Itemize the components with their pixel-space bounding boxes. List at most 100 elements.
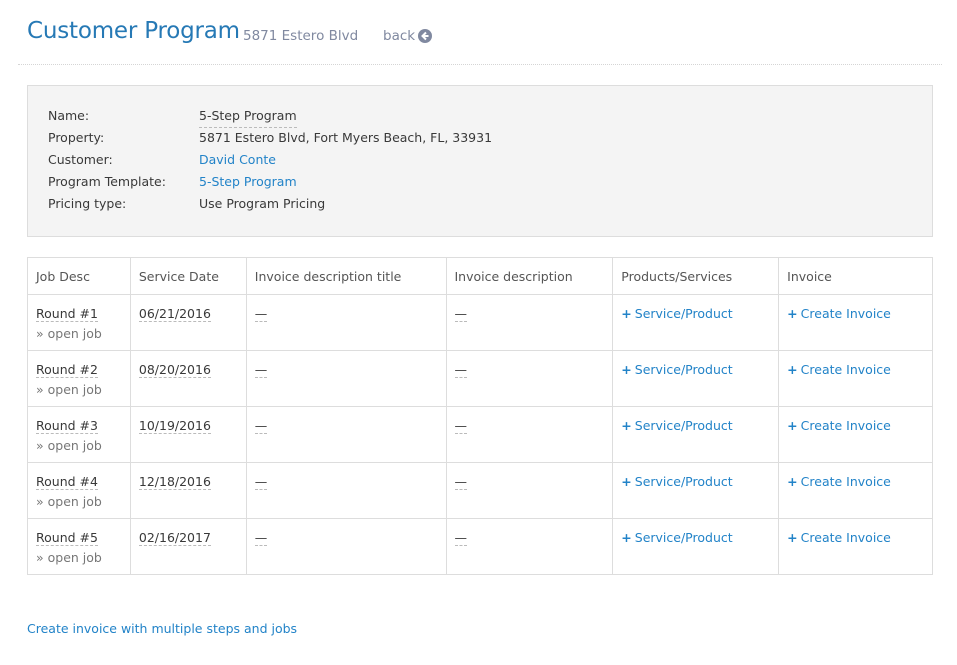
job-name[interactable]: Round #4 xyxy=(36,474,98,490)
job-desc-cell: Round #2 » open job xyxy=(27,350,131,407)
invoice-desc-title-value[interactable]: — xyxy=(254,363,267,378)
job-desc-cell: Round #5 » open job xyxy=(27,518,131,575)
job-desc-cell: Round #3 » open job xyxy=(27,406,131,463)
invoice-desc-title-value[interactable]: — xyxy=(254,307,267,322)
service-date-cell: 02/16/2017 xyxy=(129,518,247,575)
add-service-product-link[interactable]: + Service/Product xyxy=(621,418,732,433)
invoice-desc-value[interactable]: — xyxy=(454,419,467,434)
create-invoice-link[interactable]: + Create Invoice xyxy=(787,530,891,545)
table-header-row: Job Desc Service Date Invoice descriptio… xyxy=(27,257,933,295)
products-services-cell: + Service/Product xyxy=(612,350,780,407)
name-value[interactable]: 5-Step Program xyxy=(199,105,297,128)
service-date-cell: 08/20/2016 xyxy=(129,350,247,407)
invoice-desc-cell: — xyxy=(445,462,614,519)
invoice-desc-cell: — xyxy=(445,406,614,463)
invoice-desc-title-value[interactable]: — xyxy=(254,475,267,490)
job-name[interactable]: Round #1 xyxy=(36,306,98,322)
job-name[interactable]: Round #3 xyxy=(36,418,98,434)
pricing-label: Pricing type: xyxy=(48,196,127,211)
add-service-label: Service/Product xyxy=(634,530,733,545)
service-date[interactable]: 06/21/2016 xyxy=(138,306,211,322)
customer-label: Customer: xyxy=(48,152,113,167)
plus-icon: + xyxy=(621,474,632,489)
template-label: Program Template: xyxy=(48,174,166,189)
name-label: Name: xyxy=(48,108,90,123)
service-date[interactable]: 10/19/2016 xyxy=(138,418,211,434)
products-services-cell: + Service/Product xyxy=(612,406,780,463)
invoice-desc-cell: — xyxy=(445,350,614,407)
products-services-cell: + Service/Product xyxy=(612,462,780,519)
add-service-label: Service/Product xyxy=(634,362,733,377)
open-job-link[interactable]: » open job xyxy=(36,436,122,456)
plus-icon: + xyxy=(787,474,798,489)
create-invoice-link[interactable]: + Create Invoice xyxy=(787,306,891,321)
table-row: Round #4 » open job 12/18/2016 — — + Serv… xyxy=(27,462,933,519)
plus-icon: + xyxy=(621,530,632,545)
plus-icon: + xyxy=(787,530,798,545)
table-row: Round #5 » open job 02/16/2017 — — + Serv… xyxy=(27,518,933,575)
job-name[interactable]: Round #5 xyxy=(36,530,98,546)
create-invoice-label: Create Invoice xyxy=(800,474,891,489)
invoice-cell: + Create Invoice xyxy=(778,406,933,463)
service-date[interactable]: 08/20/2016 xyxy=(138,362,211,378)
job-name[interactable]: Round #2 xyxy=(36,362,98,378)
page-subtitle: 5871 Estero Blvd xyxy=(243,28,359,44)
service-date-cell: 10/19/2016 xyxy=(129,406,247,463)
plus-icon: + xyxy=(621,418,632,433)
job-desc-cell: Round #4 » open job xyxy=(27,462,131,519)
plus-icon: + xyxy=(621,306,632,321)
customer-link[interactable]: David Conte xyxy=(199,149,276,171)
create-invoice-label: Create Invoice xyxy=(800,530,891,545)
open-job-link[interactable]: » open job xyxy=(36,380,122,400)
invoice-desc-title-value[interactable]: — xyxy=(254,531,267,546)
invoice-desc-value[interactable]: — xyxy=(454,531,467,546)
invoice-desc-title-value[interactable]: — xyxy=(254,419,267,434)
invoice-desc-cell: — xyxy=(445,518,614,575)
template-link[interactable]: 5-Step Program xyxy=(199,171,297,193)
header-products-services: Products/Services xyxy=(612,257,780,295)
invoice-desc-value[interactable]: — xyxy=(454,475,467,490)
header-invoice-desc-title: Invoice description title xyxy=(245,257,447,295)
table-row: Round #3 » open job 10/19/2016 — — + Serv… xyxy=(27,406,933,463)
add-service-product-link[interactable]: + Service/Product xyxy=(621,530,732,545)
invoice-desc-title-cell: — xyxy=(245,518,447,575)
create-invoice-link[interactable]: + Create Invoice xyxy=(787,418,891,433)
service-date-cell: 12/18/2016 xyxy=(129,462,247,519)
invoice-cell: + Create Invoice xyxy=(778,294,933,351)
invoice-desc-cell: — xyxy=(445,294,614,351)
back-label: back xyxy=(383,28,416,44)
invoice-desc-value[interactable]: — xyxy=(454,307,467,322)
add-service-label: Service/Product xyxy=(634,306,733,321)
jobs-table: Job Desc Service Date Invoice descriptio… xyxy=(27,257,933,575)
plus-icon: + xyxy=(787,362,798,377)
invoice-desc-value[interactable]: — xyxy=(454,363,467,378)
create-invoice-link[interactable]: + Create Invoice xyxy=(787,362,891,377)
open-job-link[interactable]: » open job xyxy=(36,548,122,568)
create-invoice-link[interactable]: + Create Invoice xyxy=(787,474,891,489)
create-invoice-label: Create Invoice xyxy=(800,306,891,321)
invoice-desc-title-cell: — xyxy=(245,462,447,519)
plus-icon: + xyxy=(787,306,798,321)
add-service-label: Service/Product xyxy=(634,474,733,489)
add-service-product-link[interactable]: + Service/Product xyxy=(621,362,732,377)
program-info-panel: Name: 5-Step Program Property: 5871 Este… xyxy=(27,85,933,237)
add-service-product-link[interactable]: + Service/Product xyxy=(621,306,732,321)
table-row: Round #2 » open job 08/20/2016 — — + Serv… xyxy=(27,350,933,407)
products-services-cell: + Service/Product xyxy=(612,294,780,351)
open-job-link[interactable]: » open job xyxy=(36,492,122,512)
service-date[interactable]: 12/18/2016 xyxy=(138,474,211,490)
invoice-desc-title-cell: — xyxy=(245,406,447,463)
property-label: Property: xyxy=(48,130,105,145)
create-multi-invoice-link[interactable]: Create invoice with multiple steps and j… xyxy=(27,621,297,636)
products-services-cell: + Service/Product xyxy=(612,518,780,575)
invoice-cell: + Create Invoice xyxy=(778,462,933,519)
add-service-product-link[interactable]: + Service/Product xyxy=(621,474,732,489)
service-date[interactable]: 02/16/2017 xyxy=(138,530,211,546)
back-link[interactable]: back xyxy=(383,28,433,44)
invoice-desc-title-cell: — xyxy=(245,294,447,351)
invoice-cell: + Create Invoice xyxy=(778,518,933,575)
header-service-date: Service Date xyxy=(129,257,247,295)
pricing-value: Use Program Pricing xyxy=(199,196,326,211)
open-job-link[interactable]: » open job xyxy=(36,324,122,344)
header-job-desc: Job Desc xyxy=(27,257,131,295)
